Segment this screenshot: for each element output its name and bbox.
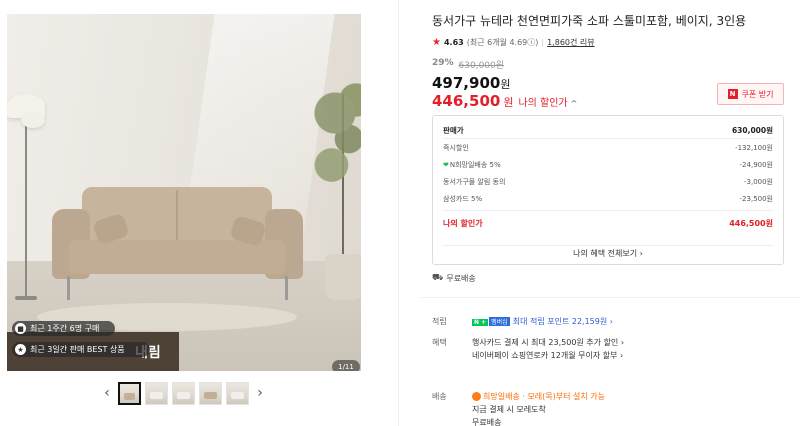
thumb-prev-arrow[interactable]: ‹ (100, 385, 114, 401)
breakdown-label: 판매가 (443, 126, 464, 135)
points-row[interactable]: N + 멤버십 최대 적립 포인트 22,159원 › (472, 316, 613, 327)
delivery-row: ⛟ 무료배송 (432, 273, 476, 284)
coupon-button[interactable]: N 쿠폰 받기 (717, 83, 784, 105)
breakdown-row: ❤N희망일배송 5% -24,900원 (443, 160, 773, 170)
price-breakdown-box: 판매가 630,000원 즉시할인 -132,100원 ❤N희망일배송 5% -… (432, 115, 784, 265)
breakdown-total-value: 446,500원 (729, 219, 773, 228)
cart-icon: ■ (15, 323, 26, 334)
breakdown-value: -3,000원 (743, 178, 773, 186)
thumbnail-1[interactable] (118, 381, 141, 405)
naver-n-icon: N (727, 89, 738, 99)
breakdown-value: 630,000원 (731, 126, 773, 135)
benefit-installment-link[interactable]: 네이버페이 쇼핑연로카 12개월 무이자 할부 › (472, 350, 623, 361)
breakdown-value: -132,100원 (735, 144, 773, 152)
breakdown-divider (443, 245, 773, 246)
thumb-next-arrow[interactable]: › (253, 385, 267, 401)
membership-badge: 멤버십 (489, 317, 510, 326)
breakdown-label-text: N희망일배송 5% (449, 161, 501, 169)
product-title: 동서가구 뉴테라 천연면피가죽 소파 스툴미포함, 베이지, 3인용 (432, 14, 747, 28)
discount-percent: 29% (432, 58, 454, 68)
sofa-leg-left (67, 276, 70, 300)
sofa-back-seam (176, 190, 178, 244)
benefit-card-link[interactable]: 행사카드 결제 시 최대 23,500원 추가 할인 › (472, 337, 624, 348)
my-discount-price[interactable]: 446,500 원 나의 할인가 ^ (432, 92, 577, 110)
image-counter: 1/11 (332, 360, 360, 371)
floor-lamp-base (15, 296, 37, 300)
breakdown-label: 동서가구몰 알림 동의 (443, 178, 506, 186)
sofa-leg-right (285, 276, 288, 300)
breakdown-value: -23,500원 (739, 195, 773, 203)
thumbnail-4[interactable] (199, 381, 222, 405)
breakdown-divider (443, 210, 773, 211)
product-main-image[interactable]: 1/11 (7, 14, 361, 371)
breakdown-label: 즉시할인 (443, 144, 469, 152)
points-label: 적립 (432, 317, 447, 326)
my-price-amount: 446,500 (432, 92, 501, 110)
chevron-up-icon: ^ (570, 99, 578, 108)
best-seller-badge: ★ 최근 3일간 판매 BEST 상품 (12, 342, 150, 357)
points-text: 최대 적립 포인트 22,159원 › (512, 317, 613, 326)
benefit-label: 혜택 (432, 338, 447, 347)
npay-badge: N + (472, 319, 489, 326)
shipping-free: 무료배송 (472, 418, 502, 426)
shipping-label: 배송 (432, 392, 447, 401)
plant-pot (325, 254, 361, 300)
sofa-seat (69, 240, 285, 274)
trophy-icon: ★ (15, 344, 26, 355)
best-seller-text: 최근 3일간 판매 BEST 상품 (30, 345, 125, 354)
recent-purchase-badge: ■ 최근 1주간 6명 구매 (12, 321, 115, 336)
truck-icon: ⛟ (432, 273, 444, 283)
breakdown-label: 삼성카드 5% (443, 195, 483, 203)
thumbnail-5[interactable] (226, 381, 249, 405)
breakdown-row: 판매가 630,000원 (443, 125, 773, 136)
rating-row: ★ 4.63 (최근 6개월 4.69ⓘ) | 1,860건 리뷰 (432, 37, 595, 48)
review-count-link[interactable]: 1,860건 리뷰 (547, 37, 595, 48)
breakdown-total-label: 나의 할인가 (443, 219, 483, 228)
thumbnail-2[interactable] (145, 381, 168, 405)
discount-row: 29% 630,000원 (432, 58, 504, 71)
plant-leaves (307, 74, 361, 204)
star-icon: ★ (432, 37, 441, 48)
coupon-label: 쿠폰 받기 (741, 89, 774, 99)
shipping-arrival: 지금 결제 시 모레도착 (472, 405, 546, 414)
breakdown-label: ❤N희망일배송 5% (443, 160, 501, 170)
sale-price: 497,900원 (432, 74, 510, 92)
my-price-unit: 원 (503, 96, 514, 109)
floor-lamp-shade-lower (21, 112, 45, 128)
sale-price-unit: 원 (500, 78, 511, 91)
clock-icon (472, 392, 481, 401)
floor-lamp (25, 109, 27, 299)
thumbnail-strip: ‹ › (100, 380, 267, 406)
my-price-label: 나의 할인가 (518, 98, 568, 109)
thumbnail-3[interactable] (172, 381, 195, 405)
shipping-badge: 희망일배송 (483, 392, 520, 401)
section-divider (420, 297, 800, 298)
delivery-label: 무료배송 (446, 274, 476, 283)
separator: | (541, 38, 545, 47)
rating-value: 4.63 (443, 38, 464, 47)
original-price: 630,000원 (458, 61, 505, 71)
breakdown-total-row: 나의 할인가 446,500원 (443, 218, 773, 229)
breakdown-row: 즉시할인 -132,100원 (443, 143, 773, 153)
shipping-row[interactable]: 희망일배송 · 모레(목)부터 설치 가능 (472, 391, 605, 402)
breakdown-row: 동서가구몰 알림 동의 -3,000원 (443, 177, 773, 187)
breakdown-value: -24,900원 (739, 161, 773, 169)
heart-icon: ❤ (443, 161, 449, 169)
column-divider (398, 0, 399, 426)
shipping-install: · 모레(목)부터 설치 가능 (522, 392, 606, 401)
rating-recent[interactable]: (최근 6개월 4.69ⓘ) (467, 37, 539, 48)
breakdown-row: 삼성카드 5% -23,500원 (443, 194, 773, 204)
breakdown-divider (443, 138, 773, 139)
recent-purchase-text: 최근 1주간 6명 구매 (30, 324, 100, 333)
sale-price-amount: 497,900 (432, 74, 501, 92)
all-benefits-link[interactable]: 나의 혜택 전체보기 › (433, 248, 783, 259)
